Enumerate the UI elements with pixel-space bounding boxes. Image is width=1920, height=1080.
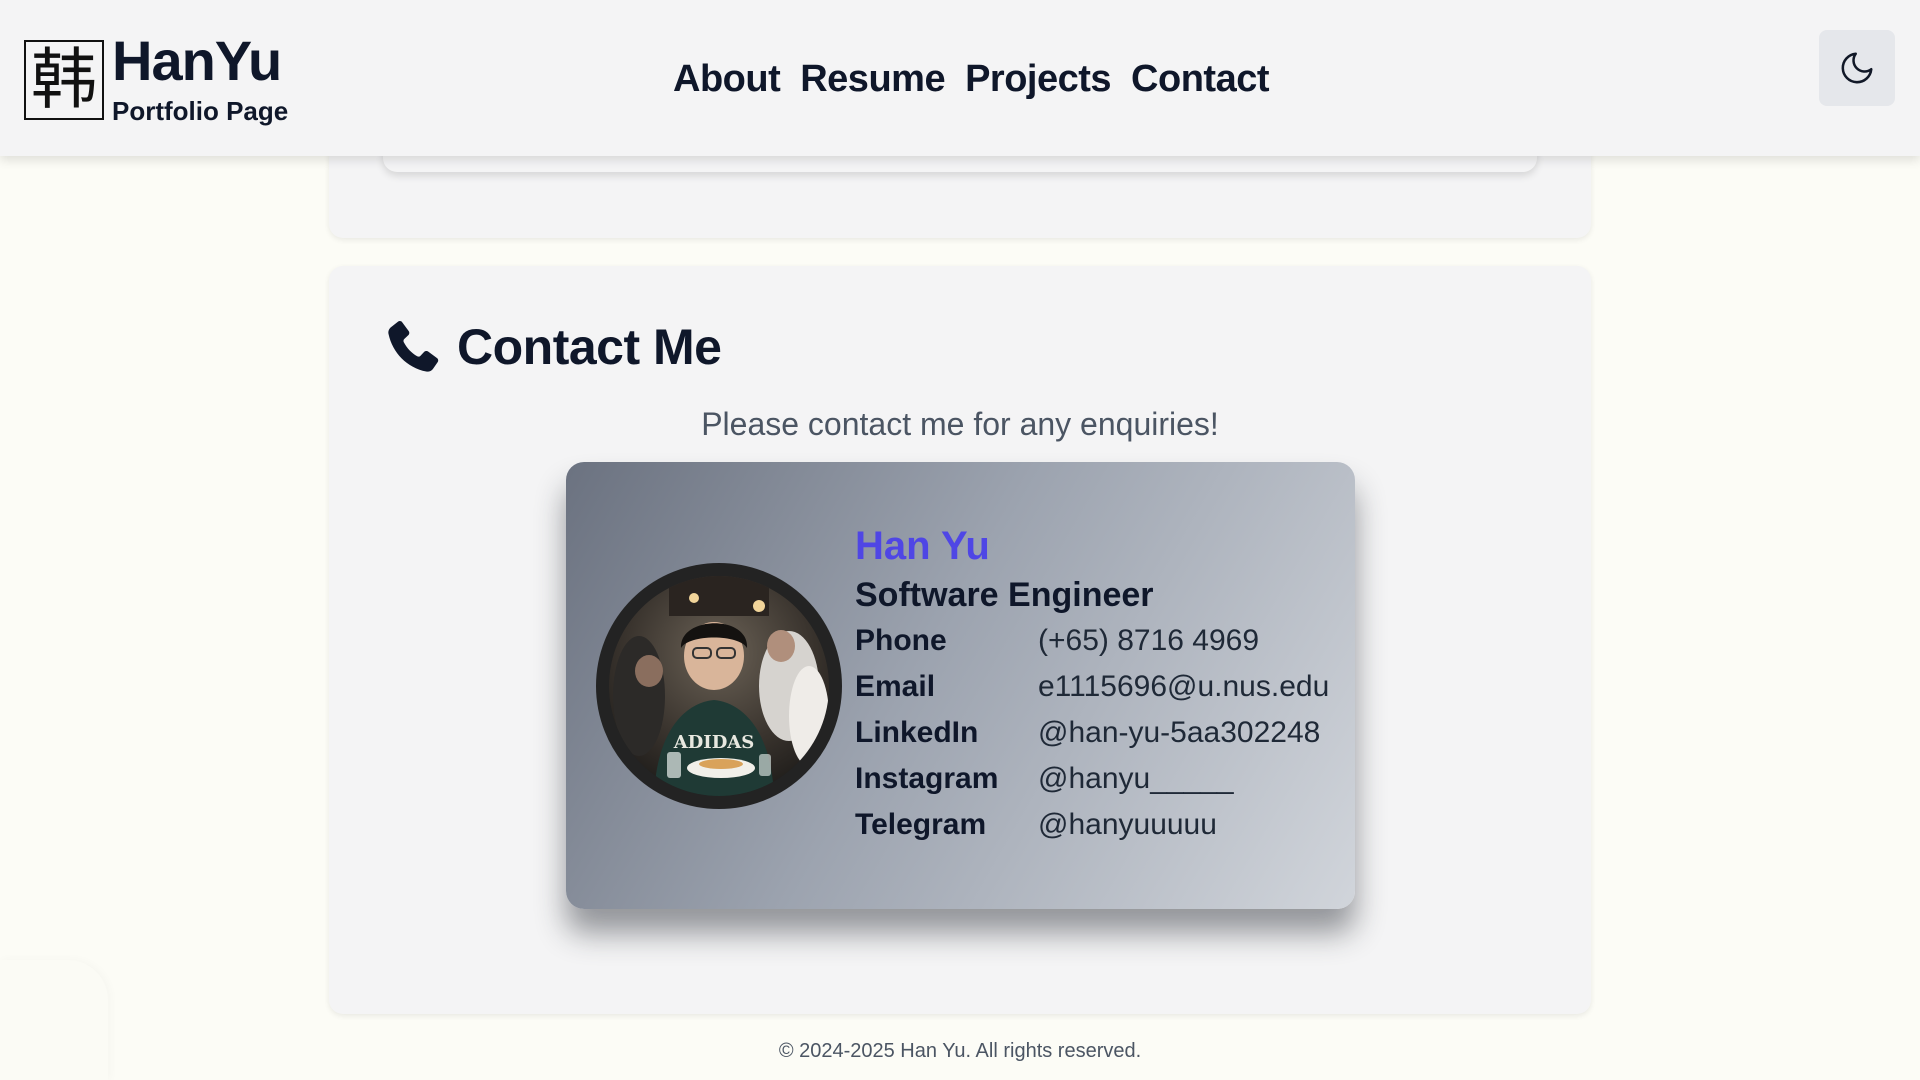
linkedin-value[interactable]: @han-yu-5aa302248 [1038, 716, 1320, 762]
brand-subtitle: Portfolio Page [112, 96, 289, 126]
footer-copyright: © 2024-2025 Han Yu. All rights reserved. [778, 1040, 1142, 1062]
nav-link-resume[interactable]: Resume [800, 58, 945, 101]
nav-link-contact[interactable]: Contact [1131, 58, 1269, 101]
nav-links: About Resume Projects Contact [673, 58, 1269, 101]
instagram-value[interactable]: @hanyu_____ [1038, 762, 1234, 808]
info-label: LinkedIn [855, 716, 979, 749]
info-row-instagram: Instagram @hanyu_____ [855, 762, 1234, 808]
nav-link-about[interactable]: About [673, 58, 781, 101]
contact-heading: Contact Me [381, 316, 722, 378]
info-row-linkedin: LinkedIn @han-yu-5aa302248 [855, 716, 1320, 762]
info-label: Telegram [855, 808, 987, 841]
navbar: 韩 HanYu Portfolio Page About Resume Proj… [0, 0, 1920, 156]
info-label: Phone [855, 624, 947, 657]
shirt-print: ADIDAS [673, 732, 755, 753]
contact-title: Contact Me [457, 319, 722, 375]
phone-value[interactable]: (+65) 8716 4969 [1038, 624, 1259, 670]
moon-icon [1841, 52, 1873, 84]
telegram-value[interactable]: @hanyuuuuu [1038, 808, 1217, 854]
info-label: Instagram [855, 762, 999, 795]
phone-icon [388, 321, 439, 372]
profile-photo: ADIDAS [609, 576, 829, 796]
info-row-telegram: Telegram @hanyuuuuu [855, 808, 1217, 854]
logo[interactable]: 韩 [24, 40, 104, 120]
contact-subtitle: Please contact me for any enquiries! [701, 406, 1219, 442]
info-row-email: Email e1115696@u.nus.edu [855, 670, 1329, 716]
theme-toggle-button[interactable] [1819, 30, 1895, 106]
email-value[interactable]: e1115696@u.nus.edu [1038, 670, 1329, 716]
info-row-phone: Phone (+65) 8716 4969 [855, 624, 1259, 670]
card-name: Han Yu [855, 524, 990, 568]
card-role: Software Engineer [855, 576, 1154, 614]
avatar: ADIDAS [596, 563, 842, 809]
nav-link-projects[interactable]: Projects [965, 58, 1111, 101]
brand-name[interactable]: HanYu [112, 30, 282, 92]
info-label: Email [855, 670, 936, 703]
